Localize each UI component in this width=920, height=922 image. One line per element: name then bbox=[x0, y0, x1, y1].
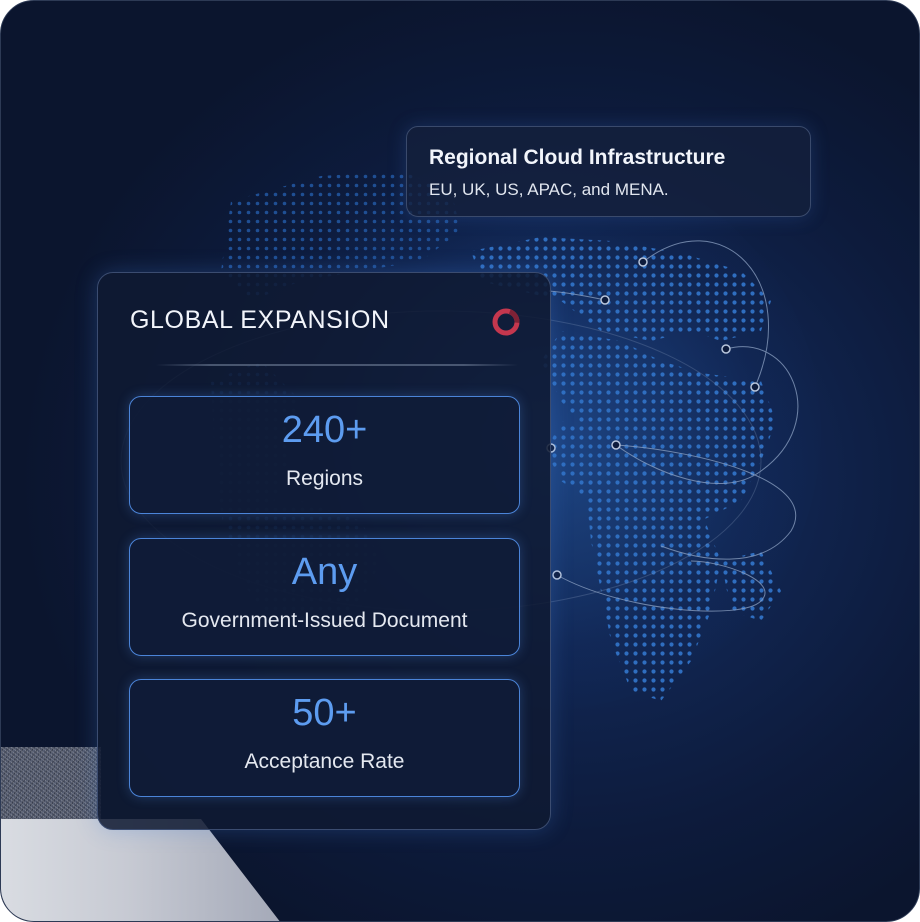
regional-infrastructure-card: Regional Cloud Infrastructure EU, UK, US… bbox=[406, 126, 811, 217]
ring-icon bbox=[492, 308, 520, 336]
stat-label: Acceptance Rate bbox=[244, 750, 405, 773]
stat-card-acceptance: 50+ Acceptance Rate bbox=[129, 679, 520, 797]
panel-frame: Regional Cloud Infrastructure EU, UK, US… bbox=[0, 0, 920, 922]
global-expansion-card: GLOBAL EXPANSION 240+ Regions Any Govern… bbox=[97, 272, 551, 830]
card-title: GLOBAL EXPANSION bbox=[130, 306, 390, 334]
stat-value: 50+ bbox=[292, 692, 357, 734]
stat-value: Any bbox=[291, 551, 358, 593]
divider bbox=[156, 364, 518, 366]
stat-value: 240+ bbox=[281, 409, 368, 451]
noise-texture bbox=[1, 747, 101, 819]
stat-label: Government-Issued Document bbox=[181, 609, 468, 632]
info-card-subtitle: EU, UK, US, APAC, and MENA. bbox=[429, 180, 669, 199]
stat-card-documents: Any Government-Issued Document bbox=[129, 538, 520, 656]
stat-card-regions: 240+ Regions bbox=[129, 396, 520, 514]
stat-label: Regions bbox=[285, 467, 364, 490]
info-card-title: Regional Cloud Infrastructure bbox=[429, 146, 726, 169]
